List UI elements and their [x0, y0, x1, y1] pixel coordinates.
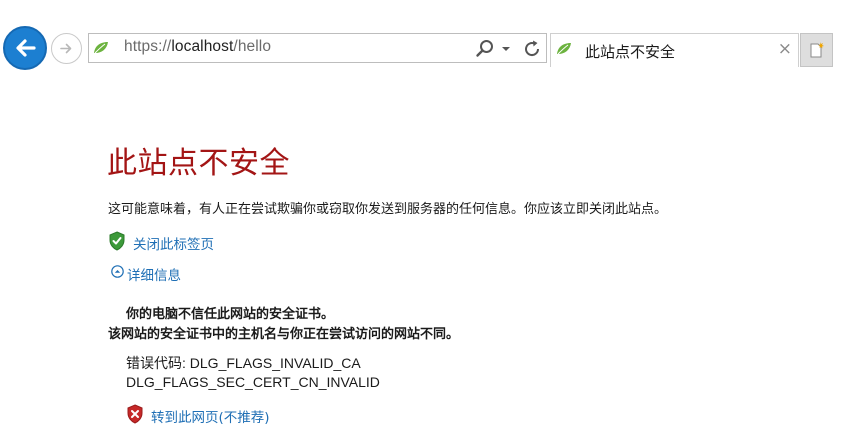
forward-button[interactable]: [51, 33, 82, 64]
warning-description: 这可能意味着，有人正在尝试欺骗你或窃取你发送到服务器的任何信息。你应该立即关闭此…: [108, 202, 668, 217]
refresh-icon[interactable]: [522, 39, 542, 59]
error-code-line-1: 错误代码: DLG_FLAGS_INVALID_CA: [126, 355, 361, 371]
back-button[interactable]: [3, 26, 47, 70]
url-text[interactable]: https://localhost/hello: [124, 38, 271, 56]
goto-page-link[interactable]: 转到此网页(不推荐): [151, 406, 270, 426]
error-page: 此站点不安全 这可能意味着，有人正在尝试欺骗你或窃取你发送到服务器的任何信息。你…: [0, 70, 841, 437]
tab-title: 此站点不安全: [585, 43, 676, 61]
chevron-down-icon[interactable]: [501, 46, 511, 52]
more-info-link[interactable]: 详细信息: [127, 264, 181, 284]
shield-check-icon: [109, 231, 125, 251]
cert-hostname-mismatch-message: 该网站的安全证书中的主机名与你正在尝试访问的网站不同。: [108, 327, 460, 342]
close-tab-link[interactable]: 关闭此标签页: [133, 233, 214, 253]
error-code: 错误代码: DLG_FLAGS_INVALID_CA DLG_FLAGS_SEC…: [126, 354, 380, 392]
browser-chrome: https://localhost/hello 此站点不安全 ×: [0, 0, 841, 70]
back-arrow-icon: [16, 39, 36, 57]
page-title: 此站点不安全: [107, 146, 290, 181]
chevron-up-circle-icon[interactable]: [111, 265, 124, 278]
new-tab-button[interactable]: [800, 33, 833, 67]
forward-arrow-icon: [60, 43, 72, 54]
new-tab-icon: [810, 42, 824, 58]
shield-x-icon: [127, 404, 143, 424]
cert-untrusted-message: 你的电脑不信任此网站的安全证书。: [126, 307, 335, 322]
tab-close-button[interactable]: ×: [778, 41, 792, 58]
tab-current[interactable]: 此站点不安全 ×: [550, 33, 799, 67]
leaf-icon: [94, 42, 108, 54]
error-code-line-2: DLG_FLAGS_SEC_CERT_CN_INVALID: [126, 374, 380, 390]
url-host: localhost: [171, 38, 234, 55]
url-path: /hello: [233, 38, 272, 55]
url-prefix: https://: [124, 38, 172, 55]
address-bar[interactable]: https://localhost/hello: [88, 33, 547, 63]
search-icon[interactable]: [475, 39, 495, 59]
leaf-icon: [557, 43, 571, 55]
